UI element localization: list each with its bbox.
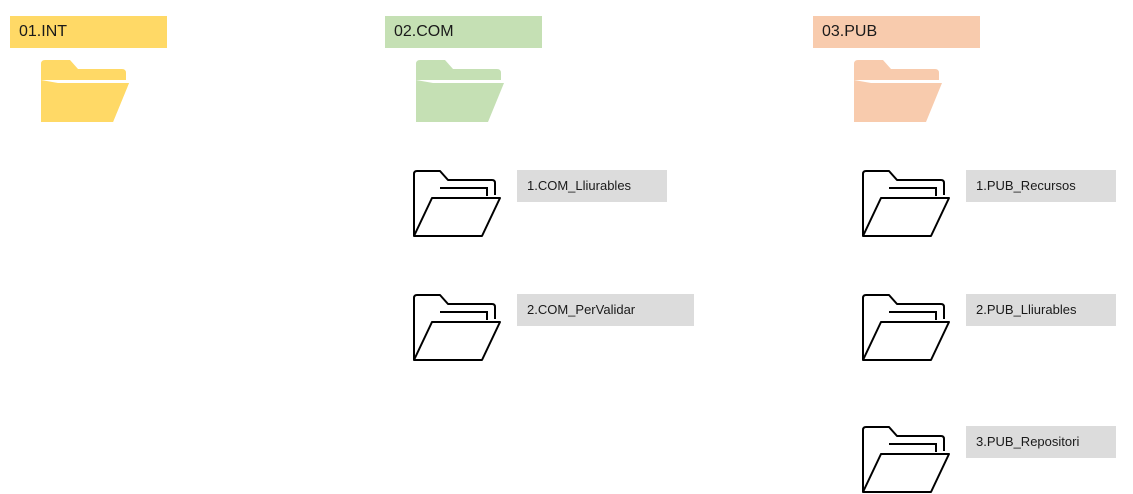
header-pub: 03.PUB <box>813 16 980 48</box>
subfolder-label: 3.PUB_Repositori <box>966 426 1116 458</box>
folder-outline-icon[interactable] <box>861 424 951 494</box>
folder-outline-icon[interactable] <box>412 292 502 362</box>
folder-outline-icon[interactable] <box>412 168 502 238</box>
folder-icon[interactable] <box>413 58 505 126</box>
folder-icon[interactable] <box>851 58 943 126</box>
subfolder-label: 1.PUB_Recursos <box>966 170 1116 202</box>
subfolder-label: 2.PUB_Lliurables <box>966 294 1116 326</box>
header-com: 02.COM <box>385 16 542 48</box>
folder-icon[interactable] <box>38 58 130 126</box>
folder-outline-icon[interactable] <box>861 168 951 238</box>
subfolder-label: 2.COM_PerValidar <box>517 294 694 326</box>
header-int: 01.INT <box>10 16 167 48</box>
subfolder-label: 1.COM_Lliurables <box>517 170 667 202</box>
folder-outline-icon[interactable] <box>861 292 951 362</box>
